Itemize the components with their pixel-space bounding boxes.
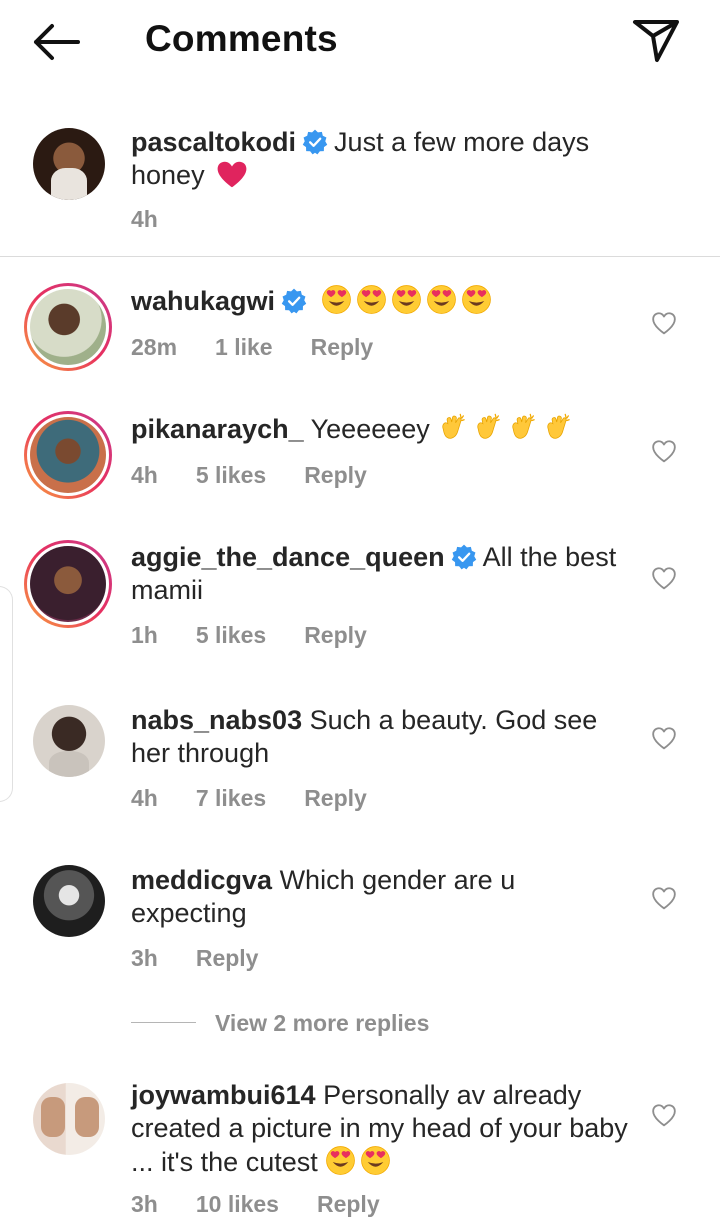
heart-eyes-emoji-icon	[321, 284, 352, 315]
comment-item: meddicgva Which gender are u expecting 3…	[0, 860, 720, 990]
reply-button[interactable]: Reply	[304, 462, 367, 488]
comment-username[interactable]: nabs_nabs03	[131, 705, 302, 735]
comment-item: aggie_the_dance_queen All the best mamii …	[0, 537, 720, 667]
comment-username[interactable]: pikanaraych_	[131, 414, 304, 444]
comment-username[interactable]: aggie_the_dance_queen	[131, 542, 445, 572]
verified-badge-icon	[451, 544, 477, 570]
paper-plane-icon	[633, 20, 679, 62]
top-bar: Comments	[0, 0, 720, 84]
reply-button[interactable]: Reply	[304, 785, 367, 811]
comment-time: 28m	[131, 334, 178, 360]
heart-eyes-emoji-icon	[391, 284, 422, 315]
reply-button[interactable]: Reply	[304, 622, 367, 648]
arrow-left-icon	[34, 24, 80, 60]
heart-eyes-emoji-icon	[325, 1145, 356, 1176]
like-heart-icon[interactable]	[651, 311, 677, 335]
caption-meta: 4h	[131, 206, 196, 233]
comment-meta: 3h 10 likes Reply	[131, 1191, 418, 1218]
comment-time: 4h	[131, 462, 158, 488]
likes-count[interactable]: 10 likes	[196, 1191, 279, 1217]
comment-time: 3h	[131, 1191, 158, 1217]
reply-button[interactable]: Reply	[196, 945, 259, 971]
comment-meta: 4h 5 likes Reply	[131, 462, 405, 489]
avatar[interactable]	[33, 128, 105, 200]
reply-button[interactable]: Reply	[317, 1191, 380, 1217]
avatar[interactable]	[33, 865, 105, 937]
comment-time: 3h	[131, 945, 158, 971]
likes-count[interactable]: 7 likes	[196, 785, 266, 811]
clapping-hands-emoji-icon	[507, 412, 538, 443]
share-button[interactable]	[630, 16, 682, 64]
comment-meta: 3h Reply	[131, 945, 296, 972]
verified-badge-icon	[281, 288, 307, 314]
like-heart-icon[interactable]	[651, 439, 677, 463]
comment-time: 4h	[131, 785, 158, 811]
verified-badge-icon	[302, 129, 328, 155]
likes-count[interactable]: 1 like	[215, 334, 273, 360]
comment-username[interactable]: meddicgva	[131, 865, 272, 895]
comment-body: Yeeeeeey	[310, 414, 430, 444]
like-heart-icon[interactable]	[651, 726, 677, 750]
like-heart-icon[interactable]	[651, 886, 677, 910]
heart-eyes-emoji-icon	[461, 284, 492, 315]
comment-username[interactable]: wahukagwi	[131, 286, 275, 316]
comment-text: aggie_the_dance_queen All the best mamii	[131, 541, 631, 607]
clapping-hands-emoji-icon	[472, 412, 503, 443]
comment-item: joywambui614 Personally av already creat…	[0, 1078, 720, 1223]
like-heart-icon[interactable]	[651, 566, 677, 590]
caption-time: 4h	[131, 206, 158, 232]
comment-meta: 28m 1 like Reply	[131, 334, 411, 361]
avatar[interactable]	[24, 411, 112, 499]
post-caption: pascaltokodi Just a few more days honey 4…	[0, 110, 720, 256]
caption-text: pascaltokodi Just a few more days honey	[131, 126, 631, 192]
comment-meta: 1h 5 likes Reply	[131, 622, 405, 649]
comment-text: joywambui614 Personally av already creat…	[131, 1079, 631, 1179]
likes-count[interactable]: 5 likes	[196, 462, 266, 488]
comment-time: 1h	[131, 622, 158, 648]
comment-item: wahukagwi 28m 1 like Reply	[0, 280, 720, 390]
caption-username[interactable]: pascaltokodi	[131, 127, 296, 157]
comment-text: pikanaraych_ Yeeeeeey	[131, 412, 631, 446]
replies-line	[131, 1022, 196, 1023]
heart-eyes-emoji-icon	[356, 284, 387, 315]
reply-button[interactable]: Reply	[311, 334, 374, 360]
avatar[interactable]	[33, 1083, 105, 1155]
caption-divider	[0, 256, 720, 257]
page-title: Comments	[145, 18, 338, 59]
comment-text: nabs_nabs03 Such a beauty. God see her t…	[131, 704, 631, 770]
comment-text: wahukagwi	[131, 284, 631, 318]
comment-item: nabs_nabs03 Such a beauty. God see her t…	[0, 700, 720, 830]
avatar[interactable]	[24, 283, 112, 371]
avatar[interactable]	[24, 540, 112, 628]
avatar[interactable]	[33, 705, 105, 777]
comment-username[interactable]: joywambui614	[131, 1080, 316, 1110]
clapping-hands-emoji-icon	[437, 412, 468, 443]
like-heart-icon[interactable]	[651, 1103, 677, 1127]
comment-item: pikanaraych_ Yeeeeeey 4h 5 likes Reply	[0, 408, 720, 518]
comment-meta: 4h 7 likes Reply	[131, 785, 405, 812]
clapping-hands-emoji-icon	[542, 412, 573, 443]
back-button[interactable]	[30, 20, 82, 64]
heart-eyes-emoji-icon	[360, 1145, 391, 1176]
heart-eyes-emoji-icon	[426, 284, 457, 315]
red-heart-icon	[216, 160, 248, 189]
view-more-replies-label[interactable]: View 2 more replies	[215, 1010, 429, 1037]
comment-text: meddicgva Which gender are u expecting	[131, 864, 631, 930]
likes-count[interactable]: 5 likes	[196, 622, 266, 648]
